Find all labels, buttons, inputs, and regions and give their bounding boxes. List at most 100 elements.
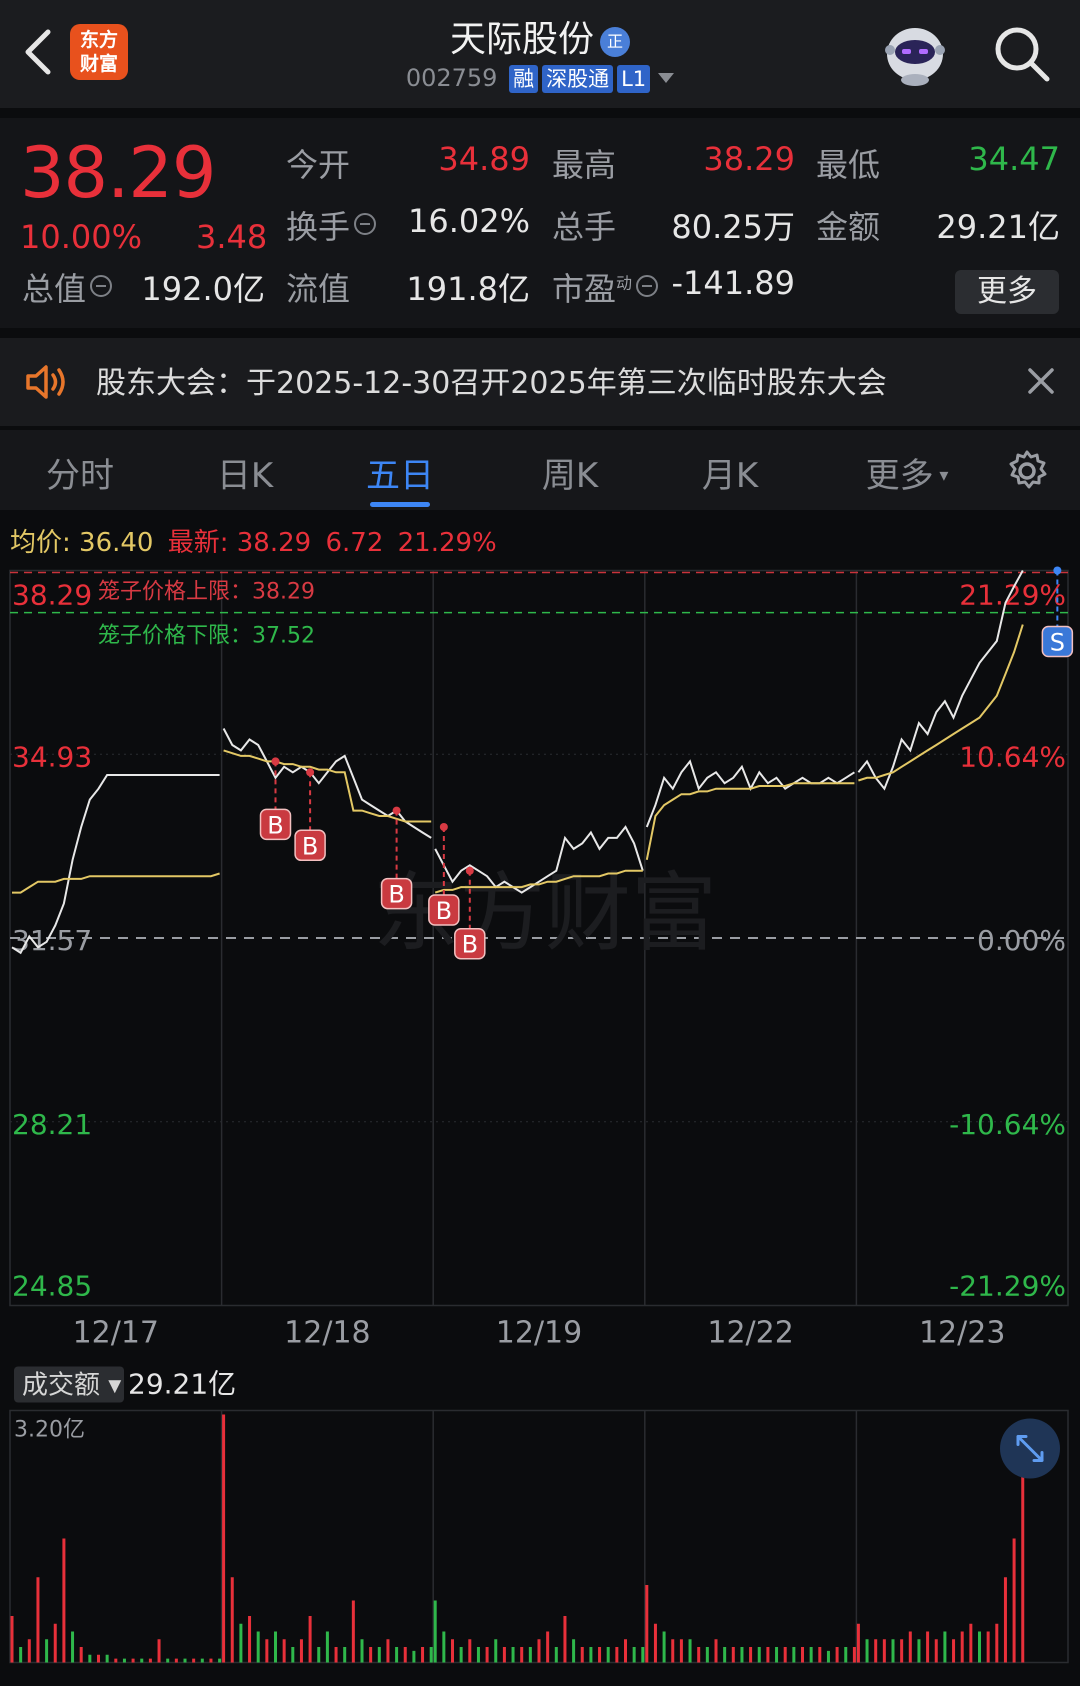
y-tick-left: 38.29 [12,579,92,612]
x-tick-label: 12/22 [707,1316,793,1351]
search-icon[interactable] [990,22,1054,86]
volume-bar [960,1631,964,1663]
x-tick-label: 12/19 [496,1316,582,1351]
marker-dot [271,757,280,766]
tab-daily-k[interactable]: 日K [205,448,285,497]
change-amount: 3.48 [196,218,268,256]
volume-bar [282,1639,286,1663]
volume-total: 29.21亿 [128,1368,236,1401]
volume-bar [45,1639,49,1663]
x-tick-label: 12/18 [284,1316,370,1351]
tab-intraday[interactable]: 分时 [40,448,120,497]
close-icon[interactable] [1026,366,1056,396]
volume-bar [606,1647,610,1663]
volume-bar [485,1647,489,1663]
info-icon [354,213,377,235]
y-tick-right: -10.64% [949,1108,1066,1141]
volume-bar [995,1623,999,1663]
volume-bar [1003,1577,1007,1663]
volume-bar [615,1647,619,1663]
volume-bar [645,1585,649,1663]
open-label: 今开 [286,146,351,184]
volume-bar [131,1658,135,1663]
volume-bar [978,1631,981,1663]
volume-bar [114,1658,118,1663]
volume-bar [308,1616,312,1663]
more-button[interactable]: 更多 [955,270,1059,314]
volume-bar [679,1639,683,1663]
volume-bar [325,1631,329,1663]
volume-bar [688,1639,692,1663]
pe-value: -141.89 [671,264,795,302]
volume-bar [740,1647,744,1663]
latest-percent: 21.29% [397,528,497,558]
volume-bar [71,1631,75,1663]
speaker-icon [26,365,65,399]
volume-bar [520,1647,524,1663]
y-tick-left: 24.85 [12,1270,92,1303]
volume-bar [218,1658,222,1663]
volume-bar [852,1647,856,1663]
stock-code: 002759 [405,64,498,92]
volume-bar [97,1654,100,1663]
market-cap-label[interactable]: 总值 [22,264,113,310]
volume-bar [511,1647,515,1663]
assistant-robot-icon[interactable] [880,20,950,88]
volume-bar [386,1639,390,1663]
turnover-label[interactable]: 换手 [286,202,377,248]
avg-value: 36.40 [79,528,154,558]
volume-bar [723,1647,727,1663]
volume-bar [969,1623,973,1663]
tab-more[interactable]: 更多 ▾ [852,448,962,497]
volume-bar [986,1631,990,1663]
volume-bar [451,1639,454,1663]
volume-bar [377,1647,381,1663]
volume-bar [122,1658,126,1663]
y-tick-right: 0.00% [977,924,1066,957]
volume-bar [421,1647,425,1663]
volume-bar [105,1654,109,1663]
volume-bar [403,1647,407,1663]
volume-bar [369,1647,373,1663]
connect-tag: 深股通 [542,65,614,93]
volume-bar [757,1647,761,1663]
volume-bar [714,1639,718,1663]
volume-bar [632,1647,636,1663]
tab-five-day[interactable]: 五日 [360,448,440,497]
volume-bar [53,1623,57,1663]
notice-banner[interactable]: 股东大会：于2025-12-30召开2025年第三次临时股东大会 [0,338,1080,426]
avg-latest-bar: 均价: 36.40 最新: 38.29 6.72 21.29% [10,522,497,559]
last-price: 38.29 [20,132,216,214]
chart-period-tabs: 分时 日K 五日 周K 月K 更多 ▾ [0,430,1080,510]
volume-max-label: 3.20亿 [14,1418,85,1443]
tab-monthly-k[interactable]: 月K [690,448,770,497]
volume-selector-label: 成交额 ▾ [22,1371,121,1401]
gear-icon[interactable] [1004,448,1050,494]
volume-bar [274,1631,277,1663]
five-day-chart[interactable]: 笼子价格上限：38.29笼子价格下限：37.52东方财富38.29 21.29%3… [0,566,1080,1686]
volume-bar [209,1658,213,1663]
amount-label: 金额 [816,208,881,246]
stock-name: 天际股份 [449,19,594,60]
volume-bar [952,1639,956,1663]
y-tick-right: 10.64% [959,740,1066,773]
volume-bar [442,1631,446,1663]
volume-bar [502,1647,506,1663]
price-line [222,728,432,839]
volume-bar [412,1650,416,1663]
volume-bar [624,1639,627,1663]
volume-bar [900,1639,904,1663]
volume-bar [248,1616,252,1663]
marker-dot [306,768,315,777]
y-tick-left: 34.93 [12,740,92,773]
marker-label: S [1050,629,1065,657]
amount-value: 29.21亿 [936,208,1060,246]
open-value: 34.89 [438,140,530,178]
marker-dot [439,822,448,831]
low-value: 34.47 [968,140,1060,178]
tab-weekly-k[interactable]: 周K [530,448,610,497]
volume-bar [183,1658,187,1663]
volume-bar [256,1631,260,1663]
pe-label[interactable]: 市盈动 [552,264,659,310]
average-price-line [12,872,220,894]
